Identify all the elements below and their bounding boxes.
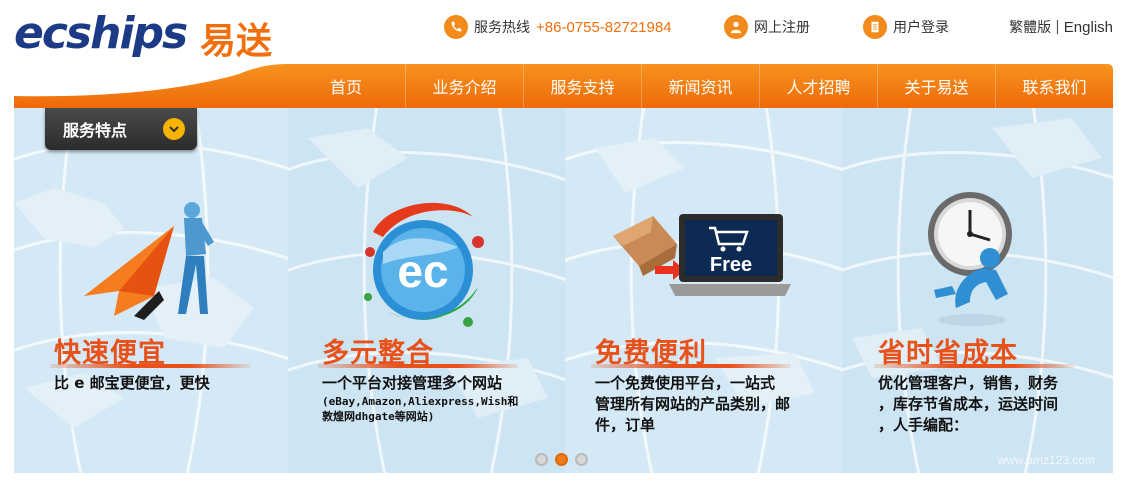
nav-news[interactable]: 新闻资讯 — [641, 64, 759, 108]
main-nav-bar: 首页 业务介绍 服务支持 新闻资讯 人才招聘 关于易送 联系我们 — [14, 60, 1113, 108]
feature-desc-line: 一个平台对接管理多个网站 — [322, 374, 503, 392]
feature-desc-save: 优化管理客户，销售，财务 ，库存节省成本，运送时间 ，人手编配： — [878, 373, 1058, 436]
carousel-dots — [535, 453, 588, 466]
feature-tag-label: 服务特点 — [63, 121, 128, 140]
lang-separator: | — [1055, 19, 1060, 35]
phone-icon — [444, 15, 468, 39]
free-laptop-icon: Free — [613, 214, 791, 296]
free-text: Free — [710, 254, 752, 276]
nav-support[interactable]: 服务支持 — [523, 64, 641, 108]
feature-desc-line: ，库存节省成本，运送时间 — [878, 395, 1059, 413]
feature-desc-line: 优化管理客户，销售，财务 — [878, 374, 1059, 392]
feature-panel-free: Free 免费便利 一个免费使用平台，一站式 管理所有网站的产品类别，邮 件，订… — [565, 108, 842, 473]
nav-about[interactable]: 关于易送 — [877, 64, 995, 108]
feature-panel-integration: ec 多元整合 一个平台对接管理多个网站 (eBay,Amazon,Aliexp… — [288, 108, 565, 473]
feature-tag-button[interactable]: 服务特点 — [45, 108, 197, 150]
nav-contact[interactable]: 联系我们 — [995, 64, 1113, 108]
feature-panel-fast: 快速便宜 比 e 邮宝更便宜，更快 服务特点 — [14, 108, 288, 473]
user-icon — [724, 15, 748, 39]
title-underline — [874, 364, 1074, 368]
nav-home[interactable]: 首页 — [287, 64, 405, 108]
feature-panel-save: 省时省成本 优化管理客户，销售，财务 ，库存节省成本，运送时间 ，人手编配： — [842, 108, 1113, 473]
nav-business[interactable]: 业务介绍 — [405, 64, 523, 108]
register-label: 网上注册 — [754, 20, 810, 36]
ec-globe-icon: ec — [364, 202, 484, 327]
lang-english[interactable]: English — [1064, 19, 1113, 36]
carousel-dot-3[interactable] — [575, 453, 588, 466]
nav-careers[interactable]: 人才招聘 — [759, 64, 877, 108]
feature-desc-integration: 一个平台对接管理多个网站 (eBay,Amazon,Aliexpress,Wis… — [322, 373, 518, 424]
register-link[interactable]: 网上注册 — [724, 13, 810, 41]
language-switch: 繁體版 | English — [1009, 13, 1113, 41]
chevron-down-icon[interactable] — [163, 118, 185, 140]
feature-desc-small-line: 敦煌网dhgate等网站) — [322, 410, 435, 423]
main-nav: 首页 业务介绍 服务支持 新闻资讯 人才招聘 关于易送 联系我们 — [287, 64, 1113, 108]
feature-desc-line: 管理所有网站的产品类别，邮 — [595, 395, 791, 413]
carousel-dot-1[interactable] — [535, 453, 548, 466]
clock-runner-icon — [928, 192, 1012, 326]
hotline-label: 服务热线 — [474, 20, 530, 36]
login-label: 用户登录 — [893, 20, 949, 36]
carousel-dot-2[interactable] — [555, 453, 568, 466]
feature-desc-free: 一个免费使用平台，一站式 管理所有网站的产品类别，邮 件，订单 — [595, 373, 790, 436]
feature-banner: 快速便宜 比 e 邮宝更便宜，更快 服务特点 ec 多元整合 一个平台对接管理多… — [14, 108, 1113, 473]
hotline-number: +86-0755-82721984 — [536, 18, 672, 36]
title-underline — [318, 364, 518, 368]
lang-traditional[interactable]: 繁體版 — [1009, 17, 1051, 37]
feature-desc-line: ，人手编配： — [878, 416, 969, 434]
feature-desc-line: 件，订单 — [595, 416, 656, 434]
top-links: 服务热线 +86-0755-82721984 网上注册 用户登录 繁體版 | E… — [0, 13, 1124, 41]
title-underline — [50, 364, 250, 368]
hotline: 服务热线 +86-0755-82721984 — [444, 13, 672, 41]
feature-desc-small-line: (eBay,Amazon,Aliexpress,Wish和 — [322, 395, 519, 408]
feature-desc-fast: 比 e 邮宝更便宜，更快 — [54, 373, 210, 394]
ec-text: ec — [397, 245, 448, 297]
feature-desc-line: 比 e 邮宝更便宜，更快 — [54, 374, 210, 392]
title-underline — [591, 364, 791, 368]
superhero-figure — [84, 202, 214, 320]
document-icon — [863, 15, 887, 39]
login-link[interactable]: 用户登录 — [863, 13, 949, 41]
feature-desc-line: 一个免费使用平台，一站式 — [595, 374, 776, 392]
watermark: www.amz123.com — [997, 453, 1095, 467]
